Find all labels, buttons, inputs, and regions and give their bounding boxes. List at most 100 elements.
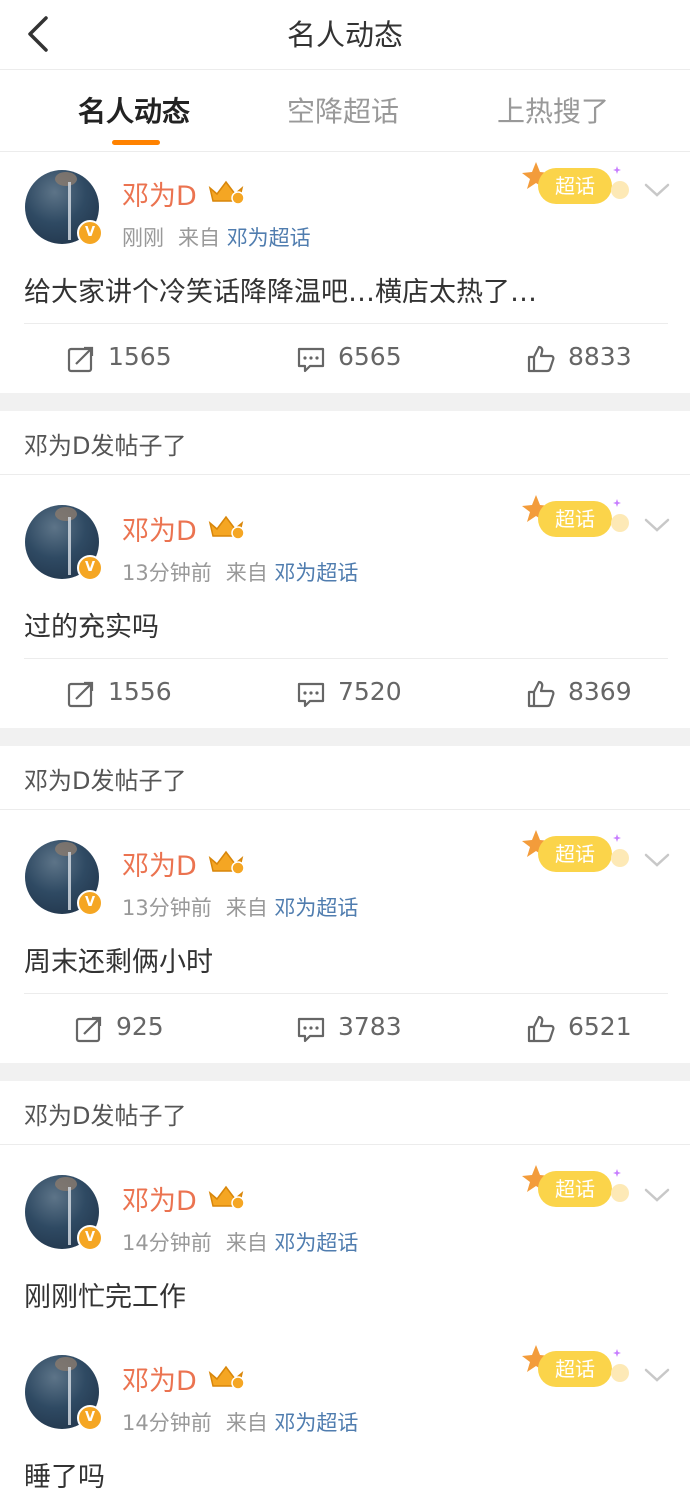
repost-icon (75, 1016, 102, 1043)
comment-count: 3783 (338, 1012, 402, 1041)
post-meta: 13分钟前 来自 邓为超话 (122, 557, 358, 587)
source-link[interactable]: 邓为超话 (274, 1231, 358, 1255)
super-topic-badge-icon[interactable]: 超话 (522, 828, 634, 884)
super-topic-badge-label: 超话 (555, 507, 595, 531)
comment-icon (297, 347, 325, 373)
tab-airdrop-topics[interactable]: 空降超话 (287, 90, 399, 130)
post-meta: 刚刚 来自 邓为超话 (122, 222, 311, 252)
post-time: 14分钟前 (122, 1411, 212, 1435)
post-card[interactable]: V 邓为D 14分钟前 来自 邓为超话 超话 睡了吗 (0, 1325, 690, 1506)
like-count: 6521 (568, 1012, 632, 1041)
super-topic-badge-icon[interactable]: 超话 (522, 160, 634, 216)
super-topic-badge-label: 超话 (555, 842, 595, 866)
crown-icon (208, 180, 245, 205)
comment-count: 7520 (338, 677, 402, 706)
avatar[interactable]: V (25, 1175, 103, 1251)
section-header: 邓为D发帖子了 (0, 1081, 690, 1145)
avatar-detail (55, 172, 77, 186)
avatar-detail (68, 182, 71, 240)
like-count: 8833 (568, 342, 632, 371)
from-label: 来自 (178, 226, 220, 250)
super-topic-badge-label: 超话 (555, 174, 595, 198)
super-topic-badge-label: 超话 (555, 1357, 595, 1381)
from-label: 来自 (225, 896, 268, 920)
avatar-detail (55, 1357, 77, 1371)
avatar-detail (68, 517, 71, 575)
super-topic-badge-icon[interactable]: 超话 (522, 1343, 634, 1399)
comment-count: 6565 (338, 342, 402, 371)
thumbs-up-icon (527, 345, 555, 373)
post-actions: 1565 6565 8833 (24, 323, 668, 393)
thumbs-up-icon (527, 680, 555, 708)
source-link[interactable]: 邓为超话 (274, 896, 358, 920)
active-tab-indicator (112, 140, 160, 145)
post-content: 周末还剩俩小时 (24, 947, 213, 978)
post-content: 过的充实吗 (24, 612, 159, 643)
username[interactable]: 邓为D (122, 844, 197, 883)
crown-icon (208, 850, 245, 875)
post-card[interactable]: V 邓为D 14分钟前 来自 邓为超话 超话 刚刚忙完工作 (0, 1145, 690, 1325)
post-time: 13分钟前 (122, 896, 212, 920)
repost-count: 925 (116, 1012, 164, 1041)
avatar[interactable]: V (25, 170, 103, 246)
post-meta: 14分钟前 来自 邓为超话 (122, 1407, 358, 1437)
comment-icon (297, 1017, 325, 1043)
chevron-down-icon[interactable] (640, 1183, 674, 1207)
source-link[interactable]: 邓为超话 (227, 226, 311, 250)
section-header: 邓为D发帖子了 (0, 411, 690, 475)
verified-badge-icon: V (77, 890, 103, 916)
crown-icon (208, 1185, 245, 1210)
repost-icon (67, 346, 94, 373)
username[interactable]: 邓为D (122, 1359, 197, 1398)
tab-celebrity-updates[interactable]: 名人动态 (78, 90, 190, 130)
section-title: 邓为D发帖子了 (24, 767, 187, 795)
username[interactable]: 邓为D (122, 174, 197, 213)
like-count: 8369 (568, 677, 632, 706)
post-content: 给大家讲个冷笑话降降温吧…横店太热了… (24, 277, 537, 308)
verified-badge-icon: V (77, 1225, 103, 1251)
super-topic-badge-icon[interactable]: 超话 (522, 1163, 634, 1219)
username[interactable]: 邓为D (122, 1179, 197, 1218)
avatar-detail (68, 852, 71, 910)
avatar-detail (55, 1177, 77, 1191)
source-link[interactable]: 邓为超话 (274, 561, 358, 585)
tab-bar: 名人动态 空降超话 上热搜了 (0, 70, 690, 152)
chevron-down-icon[interactable] (640, 848, 674, 872)
repost-icon (67, 681, 94, 708)
from-label: 来自 (225, 1411, 268, 1435)
top-bar: 名人动态 (0, 0, 690, 70)
post-time: 刚刚 (122, 226, 164, 250)
avatar-detail (68, 1367, 71, 1425)
chevron-down-icon[interactable] (640, 1363, 674, 1387)
section-divider (0, 728, 690, 746)
section-title: 邓为D发帖子了 (24, 432, 187, 460)
post-meta: 14分钟前 来自 邓为超话 (122, 1227, 358, 1257)
post-time: 14分钟前 (122, 1231, 212, 1255)
repost-count: 1565 (108, 342, 172, 371)
repost-count: 1556 (108, 677, 172, 706)
post-card[interactable]: V 邓为D 13分钟前 来自 邓为超话 超话 过的充实吗 1556 7520 83… (0, 475, 690, 728)
avatar-detail (68, 1187, 71, 1245)
avatar[interactable]: V (25, 1355, 103, 1431)
post-meta: 13分钟前 来自 邓为超话 (122, 892, 358, 922)
post-card[interactable]: V 邓为D 刚刚 来自 邓为超话 超话 给大家讲个冷笑话降降温吧…横店太热了… 1… (0, 152, 690, 393)
verified-badge-icon: V (77, 1405, 103, 1431)
super-topic-badge-label: 超话 (555, 1177, 595, 1201)
post-actions: 925 3783 6521 (24, 993, 668, 1063)
avatar[interactable]: V (25, 840, 103, 916)
avatar[interactable]: V (25, 505, 103, 581)
tab-trending[interactable]: 上热搜了 (497, 90, 609, 130)
thumbs-up-icon (527, 1015, 555, 1043)
chevron-down-icon[interactable] (640, 178, 674, 202)
post-content: 睡了吗 (24, 1462, 105, 1493)
chevron-down-icon[interactable] (640, 513, 674, 537)
section-header: 邓为D发帖子了 (0, 746, 690, 810)
from-label: 来自 (225, 1231, 268, 1255)
avatar-detail (55, 842, 77, 856)
username[interactable]: 邓为D (122, 509, 197, 548)
from-label: 来自 (225, 561, 268, 585)
post-card[interactable]: V 邓为D 13分钟前 来自 邓为超话 超话 周末还剩俩小时 925 3783 6… (0, 810, 690, 1063)
source-link[interactable]: 邓为超话 (274, 1411, 358, 1435)
crown-icon (208, 1365, 245, 1390)
super-topic-badge-icon[interactable]: 超话 (522, 493, 634, 549)
